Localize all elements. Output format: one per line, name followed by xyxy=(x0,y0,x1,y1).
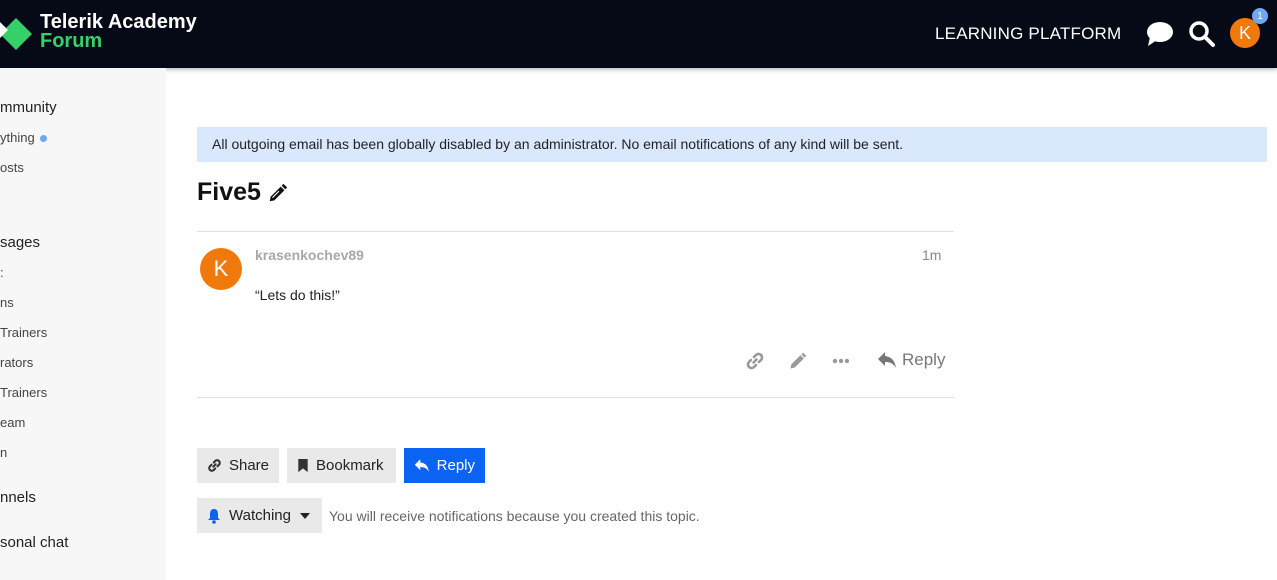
more-options-icon[interactable] xyxy=(830,350,852,372)
sidebar-item-messages-1[interactable]: : xyxy=(0,265,4,280)
post-body: “Lets do this!” xyxy=(255,287,340,303)
logo-title: Telerik Academy xyxy=(40,11,197,33)
topic-title-text[interactable]: Five5 xyxy=(197,178,261,207)
share-button[interactable]: Share xyxy=(197,448,279,483)
post-timestamp[interactable]: 1m xyxy=(922,247,941,263)
email-disabled-banner: All outgoing email has been globally dis… xyxy=(197,127,1267,162)
post-top-divider xyxy=(197,231,954,232)
sidebar-item-posts[interactable]: osts xyxy=(0,160,24,175)
reply-button[interactable]: Reply xyxy=(404,448,485,483)
edit-pencil-icon[interactable] xyxy=(787,350,809,372)
logo-subtitle: Forum xyxy=(40,30,103,52)
reply-label: Reply xyxy=(436,457,475,474)
notification-badge[interactable]: 1 xyxy=(1252,8,1268,24)
pencil-icon[interactable] xyxy=(267,182,289,204)
sidebar-item-label: ything xyxy=(0,130,35,145)
post-reply-button[interactable]: Reply xyxy=(877,350,945,370)
topic-title: Five5 xyxy=(197,178,289,207)
search-icon[interactable] xyxy=(1188,20,1216,48)
bookmark-icon xyxy=(298,458,308,473)
sidebar-item-messages-3[interactable]: Trainers xyxy=(0,325,47,340)
sidebar-section-personal-chat[interactable]: sonal chat xyxy=(0,534,68,551)
sidebar-item-messages-6[interactable]: eam xyxy=(0,415,25,430)
reply-icon xyxy=(414,459,429,472)
sidebar-item-messages-5[interactable]: Trainers xyxy=(0,385,47,400)
sidebar-item-messages-7[interactable]: n xyxy=(0,445,7,460)
sidebar-item-messages-4[interactable]: rators xyxy=(0,355,33,370)
sidebar-section-community[interactable]: mmunity xyxy=(0,99,57,116)
unread-dot xyxy=(39,135,47,143)
learning-platform-link[interactable]: LEARNING PLATFORM xyxy=(935,24,1121,44)
bell-icon xyxy=(208,508,220,524)
chat-icon[interactable] xyxy=(1146,20,1174,48)
sidebar-item-messages-2[interactable]: ns xyxy=(0,295,14,310)
sidebar: mmunity ything osts sages : ns Trainers … xyxy=(0,68,166,580)
notification-level-label: Watching xyxy=(229,507,291,524)
site-logo-text[interactable]: Telerik Academy Forum xyxy=(40,12,197,51)
notification-level-dropdown[interactable]: Watching xyxy=(197,498,322,533)
notification-description: You will receive notifications because y… xyxy=(329,508,700,524)
bookmark-button[interactable]: Bookmark xyxy=(287,448,396,483)
link-icon[interactable] xyxy=(744,350,766,372)
post-bottom-divider xyxy=(197,397,954,398)
sidebar-section-channels[interactable]: nnels xyxy=(0,489,36,506)
sidebar-item-everything[interactable]: ything xyxy=(0,130,47,145)
post-username[interactable]: krasenkochev89 xyxy=(255,247,364,263)
site-header: Telerik Academy Forum LEARNING PLATFORM … xyxy=(0,0,1277,68)
sidebar-section-messages[interactable]: sages xyxy=(0,234,40,251)
caret-down-icon xyxy=(299,512,310,519)
post-author-avatar[interactable]: K xyxy=(200,248,242,290)
post-reply-label: Reply xyxy=(902,350,946,369)
bookmark-label: Bookmark xyxy=(316,457,384,474)
telerik-logo-icon[interactable] xyxy=(0,12,36,56)
share-label: Share xyxy=(228,457,269,474)
reply-icon xyxy=(878,352,896,368)
link-icon xyxy=(208,459,221,472)
